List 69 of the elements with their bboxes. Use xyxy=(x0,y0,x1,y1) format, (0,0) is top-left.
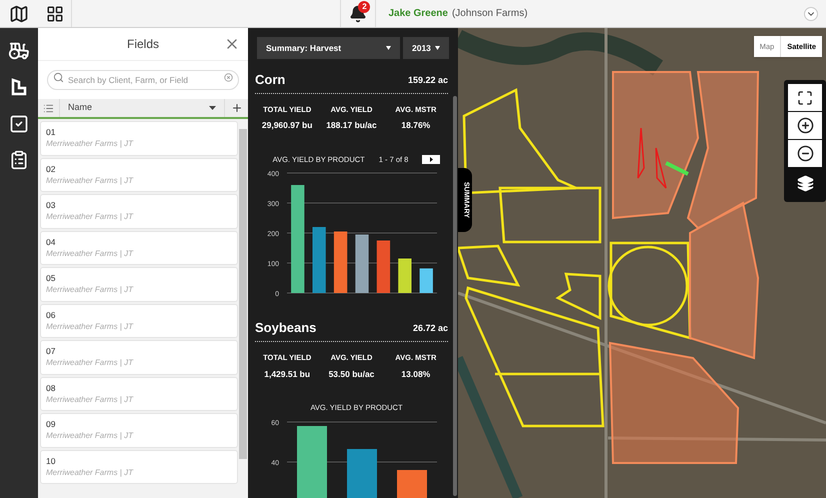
checkbox-icon[interactable] xyxy=(9,114,29,134)
field-farm: Merriweather Farms | JT xyxy=(46,357,134,368)
field-farm: Merriweather Farms | JT xyxy=(46,394,134,405)
list-options-icon[interactable] xyxy=(43,102,54,114)
stat-value: 18.76% xyxy=(400,119,432,132)
boundary-icon[interactable] xyxy=(10,78,28,98)
field-name: 07 xyxy=(46,346,56,358)
field-name: 10 xyxy=(46,456,56,467)
field-farm: Merriweather Farms | JT xyxy=(46,466,134,478)
report-dropdown[interactable]: Summary: Harvest xyxy=(257,37,400,59)
user-name: Jake Greene xyxy=(388,7,448,21)
field-farm: Merriweather Farms | JT xyxy=(46,174,134,186)
year-dropdown[interactable]: 2013 xyxy=(403,37,449,59)
crop-name: Corn xyxy=(255,73,286,87)
grid-icon[interactable] xyxy=(46,4,64,22)
panel-title: Fields xyxy=(126,36,159,53)
stat-value: 29,960.97 bu xyxy=(260,119,314,132)
stat-value: 1,429.51 bu xyxy=(263,368,312,380)
notification-badge: 2 xyxy=(358,1,370,13)
clipboard-icon[interactable] xyxy=(9,150,29,170)
field-name: 09 xyxy=(46,419,56,430)
field-farm: Merriweather Farms | JT xyxy=(46,211,134,222)
crop-name: Soybeans xyxy=(255,321,316,336)
play-triangle-icon xyxy=(430,157,433,162)
field-list-item[interactable]: 06 Merriweather Farms | JT xyxy=(40,304,238,338)
field-list-item[interactable]: 10 Merriweather Farms | JT xyxy=(40,450,238,484)
zoom-out-icon[interactable] xyxy=(796,145,814,162)
scrollbar-thumb[interactable] xyxy=(453,96,457,496)
account-menu-button[interactable] xyxy=(804,6,818,20)
field-list-item[interactable]: 03 Merriweather Farms | JT xyxy=(40,194,238,228)
field-list-item[interactable]: 04 Merriweather Farms | JT xyxy=(40,230,238,265)
field-name: 03 xyxy=(46,200,56,212)
field-list-item[interactable]: 07 Merriweather Farms | JT xyxy=(40,340,238,374)
caret-icon xyxy=(435,46,440,50)
search-field[interactable]: Search by Client, Farm, or Field xyxy=(47,70,239,90)
crop-area: 159.22 ac xyxy=(408,74,448,87)
caret-icon xyxy=(209,106,216,110)
zoom-in-icon[interactable] xyxy=(796,117,814,134)
field-name: 02 xyxy=(46,164,56,175)
crop-area: 26.72 ac xyxy=(412,322,448,336)
field-farm: Merriweather Farms | JT xyxy=(46,284,134,296)
fit-to-screen-icon[interactable] xyxy=(797,90,813,106)
clear-icon[interactable] xyxy=(224,72,233,82)
field-list-item[interactable]: 08 Merriweather Farms | JT xyxy=(40,376,238,411)
stat-value: 188.17 bu/ac xyxy=(325,119,378,132)
map-logo-icon[interactable] xyxy=(9,4,29,24)
layers-icon[interactable] xyxy=(796,174,814,192)
search-icon xyxy=(53,72,64,82)
field-farm: Merriweather Farms | JT xyxy=(46,430,134,442)
stat-value: 13.08% xyxy=(400,368,432,380)
field-list-item[interactable]: 01 Merriweather Farms | JT xyxy=(40,121,238,156)
field-list-item[interactable]: 02 Merriweather Farms | JT xyxy=(40,158,238,192)
field-name: 01 xyxy=(46,127,56,138)
field-name: 06 xyxy=(46,310,56,321)
tractor-icon[interactable] xyxy=(8,40,30,62)
caret-icon xyxy=(386,46,391,50)
field-list-item[interactable]: 09 Merriweather Farms | JT xyxy=(40,413,238,448)
scrollbar-thumb[interactable] xyxy=(239,129,247,459)
field-farm: Merriweather Farms | JT xyxy=(46,320,134,332)
field-name: 08 xyxy=(46,382,56,394)
add-icon[interactable] xyxy=(230,102,242,114)
next-page-button[interactable] xyxy=(422,155,440,164)
field-list-item[interactable]: 05 Merriweather Farms | JT xyxy=(40,267,238,302)
organization-name: (Johnson Farms) xyxy=(452,7,528,21)
field-farm: Merriweather Farms | JT xyxy=(46,138,134,150)
stat-value: 53.50 bu/ac xyxy=(328,368,376,380)
field-name: 04 xyxy=(46,236,56,248)
field-farm: Merriweather Farms | JT xyxy=(46,248,134,259)
field-name: 05 xyxy=(46,273,56,284)
